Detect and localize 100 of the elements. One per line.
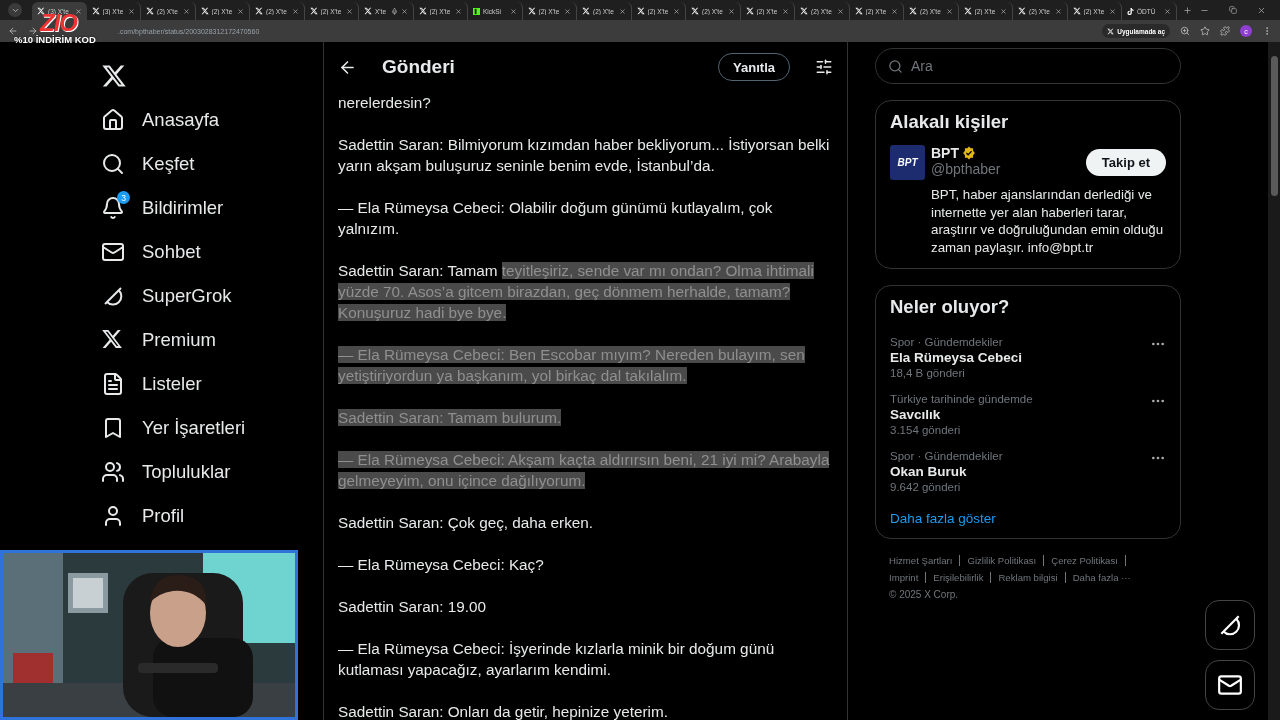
- people-icon: [101, 460, 125, 484]
- close-icon[interactable]: [727, 7, 735, 15]
- trend-name[interactable]: Ela Rümeysa Cebeci: [890, 350, 1023, 365]
- trend-name[interactable]: Savcılık: [890, 407, 1033, 422]
- x-logo-icon: [91, 7, 100, 15]
- nav-item[interactable]: Profil: [100, 494, 323, 538]
- close-icon[interactable]: [291, 7, 299, 15]
- close-icon[interactable]: [836, 7, 844, 15]
- settings-icon[interactable]: [815, 58, 833, 76]
- close-icon[interactable]: [1000, 7, 1007, 15]
- show-more-link[interactable]: Daha fazla göster: [890, 511, 1166, 526]
- footer-link[interactable]: Erişilebilirlik: [933, 572, 992, 583]
- restore-icon[interactable]: [1229, 6, 1237, 14]
- footer-link[interactable]: Daha fazla ···: [1072, 572, 1138, 583]
- nav-item[interactable]: Sohbet: [100, 230, 323, 274]
- nav-item[interactable]: Yer İşaretleri: [100, 406, 323, 450]
- x-logo-icon: [527, 7, 536, 15]
- x-logo-icon: [963, 7, 972, 15]
- account-handle: @bpthaber: [931, 161, 1002, 177]
- close-icon[interactable]: [182, 7, 190, 15]
- account-avatar[interactable]: BPT: [890, 145, 925, 180]
- nav-item[interactable]: Topluluklar: [100, 450, 323, 494]
- search-icon: [888, 58, 903, 74]
- post-paragraph: — Ela Rümeysa Cebeci: Olabilir doğum günümü kutlayalım, çok yalnızım.: [338, 198, 774, 239]
- grok-button[interactable]: [1205, 600, 1255, 650]
- messages-button[interactable]: [1205, 660, 1255, 710]
- search-icon: [101, 152, 125, 176]
- close-icon[interactable]: [1163, 7, 1171, 15]
- nav-item[interactable]: Keşfet: [100, 142, 323, 186]
- trend-category: Spor · Gündemdekiler: [890, 450, 1003, 462]
- envelope-icon: [1217, 672, 1243, 698]
- nav-item[interactable]: 3 Bildirimler: [100, 186, 323, 230]
- x-logo-icon: [101, 328, 123, 350]
- copyright: © 2025 X Corp.: [889, 589, 960, 600]
- footer-link[interactable]: Hizmet Şartları: [889, 555, 961, 566]
- trend-category: Türkiye tarihinde gündemde: [890, 393, 1033, 405]
- nav-item[interactable]: Premium: [100, 318, 323, 362]
- card-title: Neler oluyor?: [890, 296, 1011, 318]
- nav-item[interactable]: Anasayfa: [100, 98, 323, 142]
- card-title: Alakalı kişiler: [890, 111, 1010, 133]
- x-logo-icon: [745, 7, 754, 15]
- post-paragraph: — Ela Rümeysa Cebeci: Kaç?: [338, 555, 545, 575]
- document-icon: [101, 372, 125, 396]
- x-logo-icon: [418, 7, 427, 15]
- close-icon[interactable]: [455, 7, 462, 15]
- x-logo-icon: [691, 7, 699, 15]
- post-count: 3.154 gönderi: [890, 424, 962, 436]
- post-paragraph: nerelerdesin?: [338, 93, 432, 113]
- zoom-icon[interactable]: [1180, 26, 1190, 36]
- footer-link[interactable]: Gizlilik Politikası: [967, 555, 1045, 566]
- close-icon[interactable]: [128, 7, 135, 15]
- follow-button[interactable]: Takip et: [1085, 149, 1166, 176]
- post-paragraph: Sadettin Saran: Tamam teyitleşiriz, sende var mı ondan? Olma ihtimali yüzde 70. Asos’a gitcem birazdan, geç dönmem herhalde, tamam? Konuşuruz hadi bye bye.: [338, 261, 815, 323]
- close-icon[interactable]: [346, 7, 353, 15]
- reply-button[interactable]: Yanıtla: [718, 53, 790, 81]
- x-logo-icon: [582, 7, 590, 15]
- new-tab-icon[interactable]: [1182, 6, 1192, 15]
- close-icon[interactable]: [400, 7, 408, 15]
- forward-icon[interactable]: [28, 26, 38, 36]
- promo-text: %10 İNDİRİM KOD: [14, 34, 96, 45]
- close-icon[interactable]: [1109, 7, 1116, 15]
- nav-item[interactable]: SuperGrok: [100, 274, 323, 318]
- notification-count: 3: [117, 191, 130, 204]
- post-paragraph: Sadettin Saran: Onları da getir, hepinize yeterim.: [338, 702, 669, 720]
- x-logo-icon: [636, 7, 645, 15]
- scrollbar-thumb[interactable]: [1270, 56, 1278, 196]
- close-icon[interactable]: [945, 7, 953, 15]
- account-name[interactable]: BPT: [931, 145, 959, 161]
- close-icon[interactable]: [891, 7, 898, 15]
- music-note-icon: [1127, 7, 1134, 15]
- star-icon[interactable]: [1200, 26, 1210, 36]
- close-icon[interactable]: [74, 7, 82, 15]
- close-icon[interactable]: [237, 7, 244, 15]
- footer-link[interactable]: Çerez Politikası: [1051, 555, 1126, 566]
- x-logo-icon: [255, 7, 263, 15]
- close-icon[interactable]: [1054, 7, 1062, 15]
- close-icon[interactable]: [673, 7, 680, 15]
- x-logo-icon: [1072, 7, 1081, 15]
- x-logo-icon: [800, 7, 808, 15]
- envelope-icon: [101, 240, 125, 264]
- x-logo-icon: [854, 7, 863, 15]
- x-logo-icon: [146, 7, 154, 15]
- footer-link[interactable]: Reklam bilgisi: [998, 572, 1066, 583]
- post-count: 9.642 gönderi: [890, 481, 962, 493]
- nav-item[interactable]: Listeler: [100, 362, 323, 406]
- close-icon[interactable]: [782, 7, 789, 15]
- trend-name[interactable]: Okan Buruk: [890, 464, 1003, 479]
- close-icon[interactable]: [509, 7, 517, 15]
- close-icon[interactable]: [618, 7, 626, 15]
- post-paragraph: — Ela Rümeysa Cebeci: Ben Escobar mıyım? Nereden bulayım, sen yetiştiriyordun ya başkanım, yol birkaç dal takılalım.: [338, 345, 806, 386]
- footer-link[interactable]: Imprint: [889, 572, 927, 583]
- post-paragraph: Sadettin Saran: Tamam bulurum.: [338, 408, 563, 428]
- close-icon[interactable]: [564, 7, 571, 15]
- tab-list-button[interactable]: [8, 3, 22, 17]
- post-count: 18,4 B gönderi: [890, 367, 966, 379]
- close-icon[interactable]: [1257, 5, 1266, 15]
- extensions-icon[interactable]: [1220, 26, 1230, 36]
- x-logo-icon: [1107, 27, 1115, 35]
- x-logo-icon: [909, 7, 917, 15]
- x-logo-icon: [1018, 7, 1026, 15]
